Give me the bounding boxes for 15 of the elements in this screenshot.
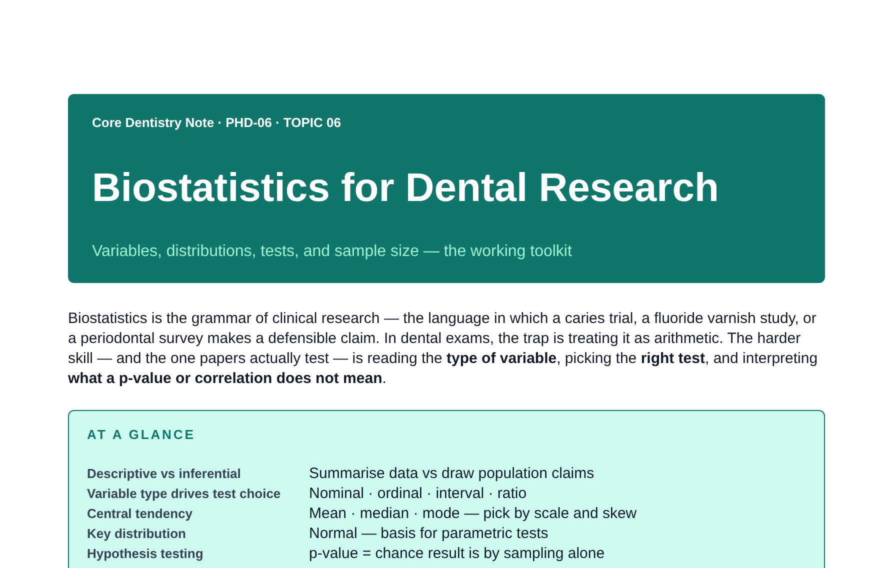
glance-value: p-value = chance result is by sampling alone xyxy=(309,544,606,564)
glance-value: Normal — basis for parametric tests xyxy=(309,524,550,544)
glance-value: Mean · median · mode — pick by scale and skew xyxy=(309,504,638,524)
glance-label: Central tendency xyxy=(87,505,194,523)
glance-label: Key distribution xyxy=(87,525,187,543)
glance-heading: AT A GLANCE xyxy=(87,426,196,444)
eyebrow-text: Core Dentistry Note · PHD-06 · TOPIC 06 xyxy=(92,114,342,132)
glance-value: Summarise data vs draw population claims xyxy=(309,464,596,484)
subtitle-text: Variables, distributions, tests, and sample size — the working toolkit xyxy=(92,242,573,262)
intro-paragraph: Biostatistics is the grammar of clinical research — the language in which a caries trial, a fluoride varnish study, or a periodontal survey makes a defensible claim. In dental exams, the trap is treating it as arithmetic. The harder skill — and the one papers actually test — is reading the type of variable, picking the right test, and interpreting what a p-value or correlation does not mean. xyxy=(68,308,819,388)
page-title: Biostatistics for Dental Research xyxy=(92,164,720,212)
glance-label: Hypothesis testing xyxy=(87,545,204,563)
glance-value: Nominal · ordinal · interval · ratio xyxy=(309,484,528,504)
glance-label: Descriptive vs inferential xyxy=(87,465,242,483)
glance-label: Variable type drives test choice xyxy=(87,485,282,503)
